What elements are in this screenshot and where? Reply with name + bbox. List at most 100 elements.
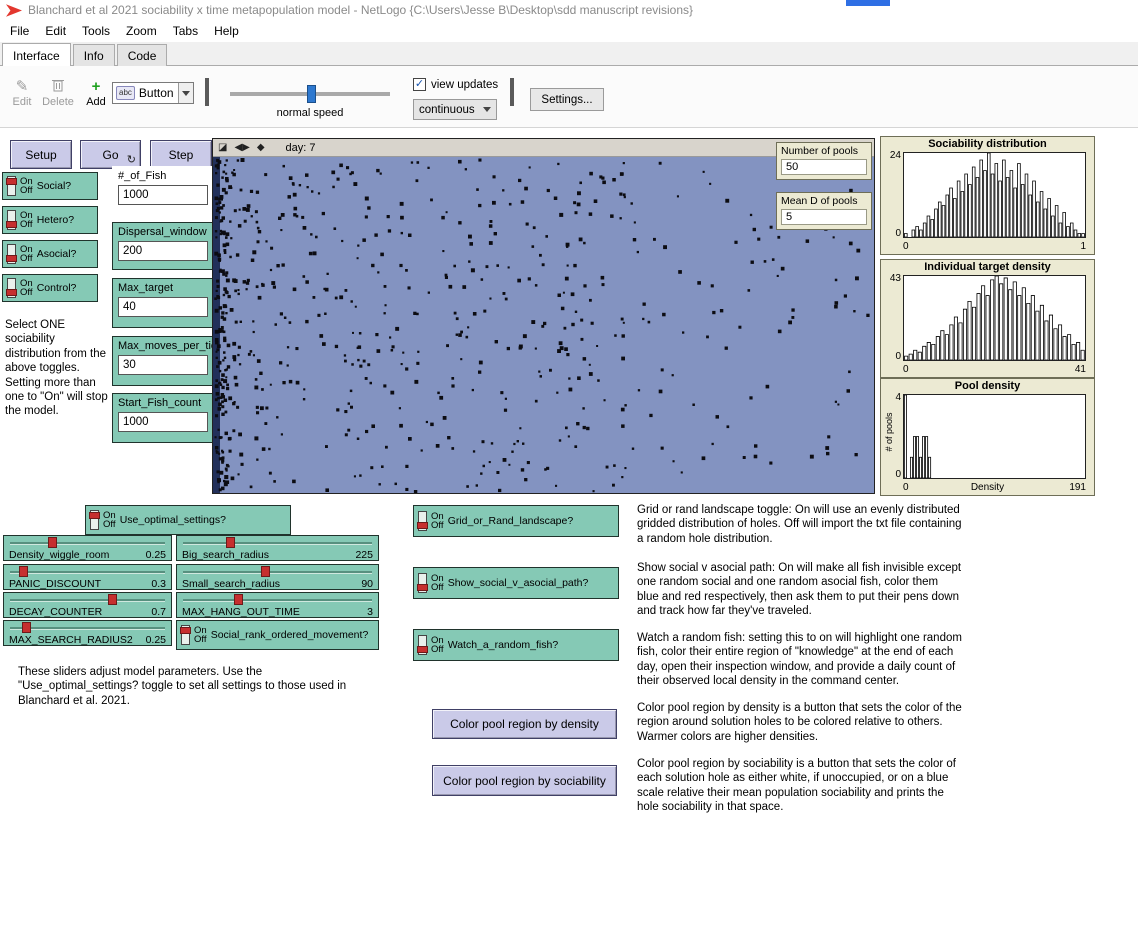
note-show_note: Show social v asocial path: On will make… <box>637 561 962 631</box>
slider-label: DECAY_COUNTER <box>9 606 102 618</box>
view-horizontal-arrows-icon[interactable]: ◀▶ <box>234 140 249 156</box>
slider-decay[interactable]: DECAY_COUNTER0.7 <box>3 592 172 618</box>
view-vertical-arrows-icon[interactable]: ◆ <box>257 140 265 156</box>
button-go[interactable]: Go↻ <box>80 140 141 169</box>
slider-handle[interactable] <box>234 594 243 605</box>
switch-knob[interactable] <box>6 255 17 262</box>
button-color_density[interactable]: Color pool region by density <box>432 709 617 739</box>
plot-area <box>903 152 1086 238</box>
switch-hetero[interactable]: OnOffHetero? <box>2 206 98 234</box>
tab-info[interactable]: Info <box>73 44 115 66</box>
slider-hang_out[interactable]: MAX_HANG_OUT_TIME3 <box>176 592 379 618</box>
switch-knob[interactable] <box>417 522 428 529</box>
switch-social_rank[interactable]: OnOffSocial_rank_ordered_movement? <box>176 620 379 650</box>
slider-small_search[interactable]: Small_search_radius90 <box>176 564 379 590</box>
menu-tabs[interactable]: Tabs <box>165 21 206 41</box>
switch-track <box>181 625 190 645</box>
input-max_target: Max_target40 <box>112 278 214 328</box>
view-edit-icon[interactable]: ◪ <box>218 140 227 156</box>
slider-handle[interactable] <box>22 622 31 633</box>
switch-social[interactable]: OnOffSocial? <box>2 172 98 200</box>
slider-track <box>181 594 374 606</box>
switch-label: Social_rank_ordered_movement? <box>211 629 369 641</box>
slider-groove <box>183 542 372 545</box>
update-mode-dropdown[interactable]: continuous <box>413 99 497 120</box>
histogram-bars <box>904 276 1085 360</box>
switch-grid_rand[interactable]: OnOffGrid_or_Rand_landscape? <box>413 505 619 537</box>
window-title: Blanchard et al 2021 sociability x time … <box>28 3 693 17</box>
abc-button-icon: abc <box>116 86 135 100</box>
menu-tools[interactable]: Tools <box>74 21 118 41</box>
slider-handle[interactable] <box>19 566 28 577</box>
switch-onoff-labels: OnOff <box>431 512 444 531</box>
plot-title: Pool density <box>881 380 1094 392</box>
interface-workspace: Setup Go↻ Step OnOffSocial? OnOffHetero? OnOf… <box>0 128 1138 927</box>
input-field[interactable]: 30 <box>118 355 208 375</box>
input-field[interactable]: 1000 <box>118 412 208 432</box>
forever-loop-icon: ↻ <box>127 153 136 166</box>
input-max_moves: Max_moves_per_tick30 <box>112 336 214 386</box>
switch-knob[interactable] <box>6 289 17 296</box>
switch-asocial[interactable]: OnOffAsocial? <box>2 240 98 268</box>
slider-value: 0.3 <box>151 578 166 590</box>
slider-panic[interactable]: PANIC_DISCOUNT0.3 <box>3 564 172 590</box>
slider-row: Small_search_radius90 <box>181 578 374 590</box>
switch-watch_fish[interactable]: OnOffWatch_a_random_fish? <box>413 629 619 661</box>
switch-knob[interactable] <box>6 221 17 228</box>
switch-off-label: Off <box>20 288 33 298</box>
edit-tool-button[interactable]: ✎ Edit <box>4 78 40 108</box>
switch-track <box>418 511 427 531</box>
speed-slider-handle[interactable] <box>307 85 316 103</box>
switch-onoff-labels: OnOff <box>431 574 444 593</box>
switch-show_path[interactable]: OnOffShow_social_v_asocial_path? <box>413 567 619 599</box>
input-field[interactable]: 40 <box>118 297 208 317</box>
switch-off-label: Off <box>103 520 116 530</box>
button-step[interactable]: Step <box>150 140 212 169</box>
view-header: ◪◀▶◆day: 7 <box>213 139 874 157</box>
switch-knob[interactable] <box>6 178 17 185</box>
plot-area <box>903 394 1086 479</box>
button-color_sociability[interactable]: Color pool region by sociability <box>432 765 617 796</box>
menu-zoom[interactable]: Zoom <box>118 21 165 41</box>
input-field[interactable]: 1000 <box>118 185 208 205</box>
speed-slider[interactable] <box>230 92 390 96</box>
switch-knob[interactable] <box>417 584 428 591</box>
switch-track <box>418 573 427 593</box>
toolbar-separator <box>205 78 209 106</box>
switch-onoff-labels: OnOff <box>431 636 444 655</box>
switch-track <box>7 176 16 196</box>
view-updates-checkbox[interactable]: ✓ view updates <box>413 78 498 91</box>
chevron-down-icon <box>483 107 491 112</box>
monitor-value: 50 <box>781 159 867 175</box>
slider-handle[interactable] <box>108 594 117 605</box>
add-tool-button[interactable]: + Add <box>78 78 114 108</box>
switch-knob[interactable] <box>417 646 428 653</box>
input-field[interactable]: 200 <box>118 241 208 261</box>
slider-density_wiggle[interactable]: Density_wiggle_room0.25 <box>3 535 172 561</box>
tab-interface[interactable]: Interface <box>2 43 71 66</box>
slider-handle[interactable] <box>261 566 270 577</box>
note-sociability_note: Color pool region by sociability is a bu… <box>637 757 962 829</box>
tab-code[interactable]: Code <box>117 44 168 66</box>
switch-off-label: Off <box>20 220 33 230</box>
switch-knob[interactable] <box>180 627 191 634</box>
slider-groove <box>183 599 372 602</box>
switch-control[interactable]: OnOffControl? <box>2 274 98 302</box>
button-setup[interactable]: Setup <box>10 140 72 169</box>
menu-edit[interactable]: Edit <box>37 21 74 41</box>
menu-file[interactable]: File <box>2 21 37 41</box>
switch-use_optimal[interactable]: OnOffUse_optimal_settings? <box>85 505 291 535</box>
settings-button[interactable]: Settings... <box>530 88 604 111</box>
title-bar: Blanchard et al 2021 sociability x time … <box>0 0 1138 20</box>
slider-handle[interactable] <box>48 537 57 548</box>
menu-help[interactable]: Help <box>206 21 247 41</box>
switch-knob[interactable] <box>89 512 100 519</box>
plot-x-min-label: 0 <box>903 364 909 375</box>
delete-tool-button[interactable]: Delete <box>40 78 76 108</box>
slider-big_search[interactable]: Big_search_radius225 <box>176 535 379 561</box>
slider-max_search2[interactable]: MAX_SEARCH_RADIUS20.25 <box>3 620 172 646</box>
speed-label: normal speed <box>230 107 390 119</box>
slider-handle[interactable] <box>226 537 235 548</box>
widget-type-dropdown[interactable]: abc Button <box>112 82 194 104</box>
tab-bar: Interface Info Code <box>0 42 1138 66</box>
